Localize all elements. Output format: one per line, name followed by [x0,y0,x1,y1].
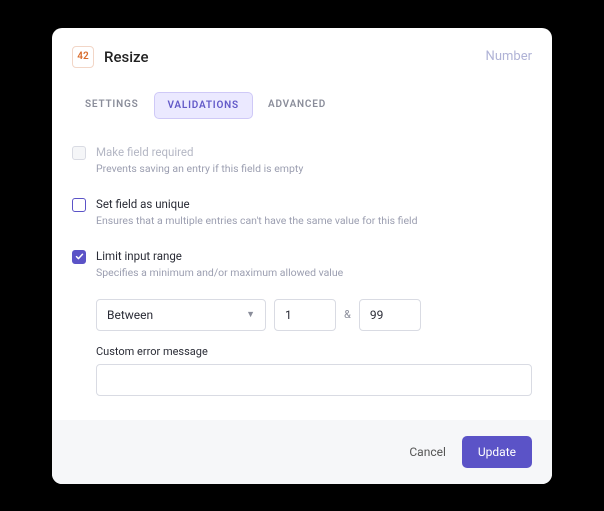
field-settings-modal: 42 Resize Number SETTINGS VALIDATIONS AD… [52,28,552,484]
unique-sub: Ensures that a multiple entries can't ha… [96,214,418,227]
field-type-label: Number [486,49,532,64]
error-message-group: Custom error message [96,345,532,396]
unique-checkbox[interactable] [72,198,86,212]
chevron-down-icon: ▼ [246,309,255,320]
range-checkbox[interactable] [72,250,86,264]
error-message-input[interactable] [96,364,532,396]
field-type-badge: 42 [72,46,94,68]
option-unique: Set field as unique Ensures that a multi… [72,187,532,239]
range-label: Limit input range [96,249,343,263]
range-mode-select[interactable]: Between ▼ [96,299,266,331]
modal-header: 42 Resize Number [52,28,552,78]
option-required: Make field required Prevents saving an e… [72,135,532,187]
required-sub: Prevents saving an entry if this field i… [96,162,303,175]
cancel-button[interactable]: Cancel [409,445,446,459]
range-row: Between ▼ & [96,299,532,331]
range-ampersand: & [344,308,351,321]
range-sub: Specifies a minimum and/or maximum allow… [96,266,343,279]
check-icon [75,252,84,261]
tab-settings[interactable]: SETTINGS [72,92,152,119]
error-message-label: Custom error message [96,345,532,358]
tab-validations[interactable]: VALIDATIONS [154,92,253,119]
tab-advanced[interactable]: ADVANCED [255,92,339,119]
range-max-input[interactable] [359,299,421,331]
tabs: SETTINGS VALIDATIONS ADVANCED [52,78,552,135]
unique-label: Set field as unique [96,197,418,211]
option-range: Limit input range Specifies a minimum an… [72,239,532,291]
required-checkbox[interactable] [72,146,86,160]
range-min-input[interactable] [274,299,336,331]
update-button[interactable]: Update [462,436,532,468]
range-mode-value: Between [107,308,153,322]
modal-body: Make field required Prevents saving an e… [52,135,552,420]
field-title: Resize [104,48,476,66]
required-label: Make field required [96,145,303,159]
modal-footer: Cancel Update [52,420,552,484]
range-config: Between ▼ & Custom error message [72,291,532,396]
